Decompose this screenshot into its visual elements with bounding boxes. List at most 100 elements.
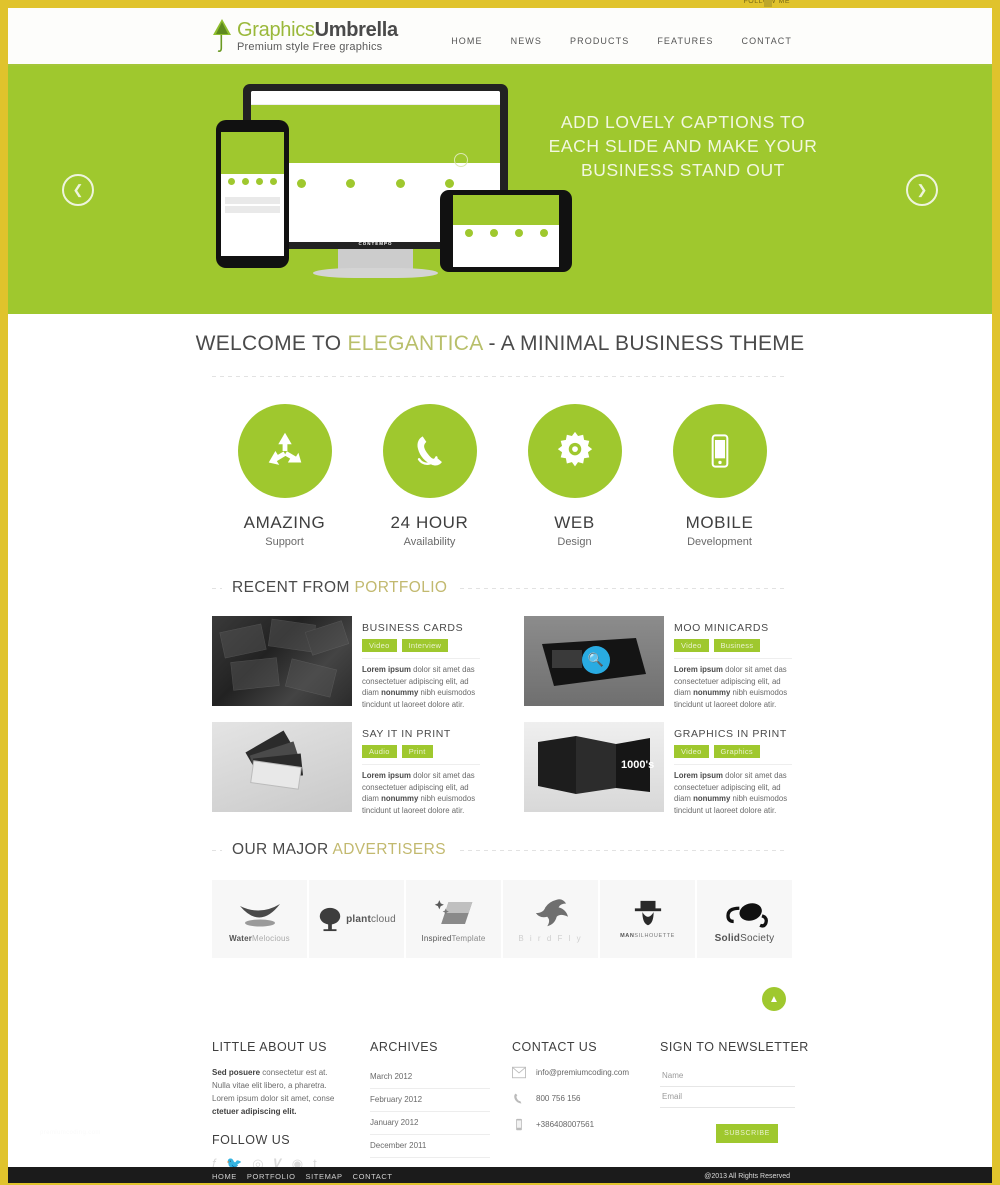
bottom-nav-home[interactable]: HOME — [212, 1172, 237, 1181]
contact-email-row[interactable]: info@premiumcoding.com — [512, 1066, 629, 1079]
recycle-icon — [237, 404, 332, 498]
phone-icon — [382, 404, 477, 498]
portfolio-item-description: Lorem ipsum dolor sit amet das consectet… — [362, 770, 480, 816]
contact-phone-row[interactable]: 800 756 156 — [512, 1092, 629, 1105]
advertiser-name: B i r d F l y — [518, 933, 583, 943]
portfolio-item-say-it-in-print[interactable]: SAY IT IN PRINT Audio Print Lorem ipsum … — [212, 722, 480, 816]
footer-newsletter-heading: SIGN TO NEWSLETTER — [660, 1040, 809, 1054]
nav-item-contact[interactable]: CONTACT — [741, 36, 792, 46]
advertiser-plantcloud[interactable]: plantcloud — [309, 880, 404, 958]
desc-emph: nonummy — [693, 794, 731, 803]
portfolio-heading-accent: PORTFOLIO — [354, 579, 448, 596]
newsletter-name-input[interactable]: Name — [660, 1066, 795, 1087]
advertiser-birdfly[interactable]: B i r d F l y — [503, 880, 598, 958]
nav-item-news[interactable]: NEWS — [511, 36, 542, 46]
about-tail: ctetuer adipiscing elit. — [212, 1107, 297, 1116]
slider-prev-button[interactable]: ❮ — [62, 174, 94, 206]
hero-caption-line-2: EACH SLIDE AND MAKE YOUR — [548, 136, 818, 156]
zoom-magnifier-icon[interactable]: 🔍 — [582, 646, 610, 674]
mobile-icon — [672, 404, 767, 498]
welcome-accent: ELEGANTICA — [347, 332, 483, 355]
bottom-nav-sitemap[interactable]: SITEMAP — [306, 1172, 343, 1181]
hero-device-mockup: CONTEMPO — [208, 70, 588, 300]
portfolio-tag[interactable]: Video — [674, 745, 709, 758]
advertiser-solidsociety[interactable]: SolidSociety — [697, 880, 792, 958]
advertisers-row: WaterMelocious plantcloud InspiredTempla… — [212, 880, 792, 958]
top-follow-bar: FOLLOW ME — [0, 0, 1000, 8]
nav-item-features[interactable]: FEATURES — [657, 36, 713, 46]
desc-emph: nonummy — [381, 794, 419, 803]
scroll-to-top-button[interactable]: ▲ — [762, 987, 786, 1011]
moo-minicards-photo[interactable]: 🔍 — [524, 616, 664, 706]
bottom-nav-portfolio[interactable]: PORTFOLIO — [247, 1172, 296, 1181]
mockup-phone-right — [440, 190, 572, 272]
slider-next-button[interactable]: ❯ — [906, 174, 938, 206]
desc-lead: Lorem ipsum — [362, 665, 411, 674]
hero-caption: ADD LOVELY CAPTIONS TO EACH SLIDE AND MA… — [538, 110, 828, 182]
portfolio-item-business-cards[interactable]: BUSINESS CARDS Video Interview Lorem ips… — [212, 616, 480, 710]
advertiser-inspiredtemplate[interactable]: InspiredTemplate — [406, 880, 501, 958]
portfolio-tag[interactable]: Video — [674, 639, 709, 652]
logo-title-light: Graphics — [237, 18, 315, 41]
archive-link[interactable]: February 2012 — [370, 1089, 490, 1112]
footer-archives-column: ARCHIVES March 2012 February 2012 Januar… — [370, 1040, 490, 1158]
desc-lead: Lorem ipsum — [674, 665, 723, 674]
service-web-design[interactable]: WEB Design — [502, 404, 647, 548]
service-amazing-support[interactable]: AMAZING Support — [212, 404, 357, 548]
contact-mobile-row[interactable]: +386408007561 — [512, 1118, 629, 1131]
archive-link[interactable]: December 2011 — [370, 1135, 490, 1158]
archive-link[interactable]: March 2012 — [370, 1066, 490, 1089]
portfolio-tag[interactable]: Audio — [362, 745, 397, 758]
twitter-icon[interactable] — [764, 0, 772, 7]
portfolio-tag[interactable]: Interview — [401, 639, 449, 652]
logo-title-bold: Umbrella — [314, 18, 398, 41]
portfolio-item-tags: Audio Print — [362, 745, 480, 758]
monitor-base — [313, 268, 438, 278]
portfolio-tag[interactable]: Print — [401, 745, 433, 758]
copyright-text: @2013 All Rights Reserved — [704, 1172, 790, 1180]
site-logo[interactable]: GraphicsUmbrella Premium style Free grap… — [211, 18, 398, 54]
watermelon-icon — [239, 903, 280, 926]
mockup-phone-left — [216, 120, 289, 268]
site-footer: LITTLE ABOUT US Sed posuere consectetur … — [8, 1030, 992, 1171]
portfolio-grid: BUSINESS CARDS Video Interview Lorem ips… — [212, 616, 792, 828]
hero-caption-line-1: ADD LOVELY CAPTIONS TO — [560, 112, 806, 132]
archive-link[interactable]: January 2012 — [370, 1112, 490, 1135]
business-cards-photo[interactable] — [212, 616, 352, 706]
svg-text:1000's: 1000's — [621, 759, 654, 771]
portfolio-item-graphics-in-print[interactable]: 1000's GRAPHICS IN PRINT Video Graphics … — [524, 722, 792, 816]
bottom-nav-contact[interactable]: CONTACT — [353, 1172, 393, 1181]
portfolio-row: BUSINESS CARDS Video Interview Lorem ips… — [212, 616, 792, 710]
footer-archives-heading: ARCHIVES — [370, 1040, 438, 1054]
left-edge-border — [0, 0, 8, 1185]
service-24-hour-availability[interactable]: 24 HOUR Availability — [357, 404, 502, 548]
portfolio-tag[interactable]: Graphics — [713, 745, 760, 758]
portfolio-item-description: Lorem ipsum dolor sit amet das consectet… — [674, 664, 792, 710]
nav-item-products[interactable]: PRODUCTS — [570, 36, 629, 46]
advertisers-heading-accent: ADVERTISERS — [332, 841, 446, 858]
advertiser-name: SolidSociety — [714, 932, 775, 944]
newsletter-email-input[interactable]: Email — [660, 1087, 795, 1108]
say-it-in-print-photo[interactable] — [212, 722, 352, 812]
subscribe-button[interactable]: SUBSCRIBE — [716, 1124, 778, 1143]
services-row: AMAZING Support 24 HOUR Availability WEB… — [212, 404, 792, 548]
advertiser-watermelocious[interactable]: WaterMelocious — [212, 880, 307, 958]
service-subtitle: Development — [687, 536, 752, 548]
portfolio-item-title: BUSINESS CARDS — [362, 622, 464, 634]
portfolio-tag[interactable]: Business — [713, 639, 761, 652]
hat-man-icon — [634, 900, 661, 926]
advertisers-heading-prefix: OUR MAJOR — [232, 841, 333, 858]
portfolio-item-moo-minicards[interactable]: 🔍 MOO MINICARDS Video Business Lorem ips… — [524, 616, 792, 710]
service-subtitle: Availability — [403, 536, 456, 548]
portfolio-tag[interactable]: Video — [362, 639, 397, 652]
portfolio-item-tags: Video Graphics — [674, 745, 792, 758]
advertiser-mansilhouette[interactable]: MANSILHOUETTE — [600, 880, 695, 958]
umbrella-tree-icon — [211, 18, 233, 54]
nav-item-home[interactable]: HOME — [451, 36, 482, 46]
desc-emph: nonummy — [693, 688, 731, 697]
graphics-in-print-photo[interactable]: 1000's — [524, 722, 664, 812]
glasses-icon — [725, 902, 768, 927]
footer-about-heading: LITTLE ABOUT US — [212, 1040, 327, 1054]
advertisers-heading: OUR MAJOR ADVERTISERS — [222, 841, 456, 859]
service-mobile-development[interactable]: MOBILE Development — [647, 404, 792, 548]
